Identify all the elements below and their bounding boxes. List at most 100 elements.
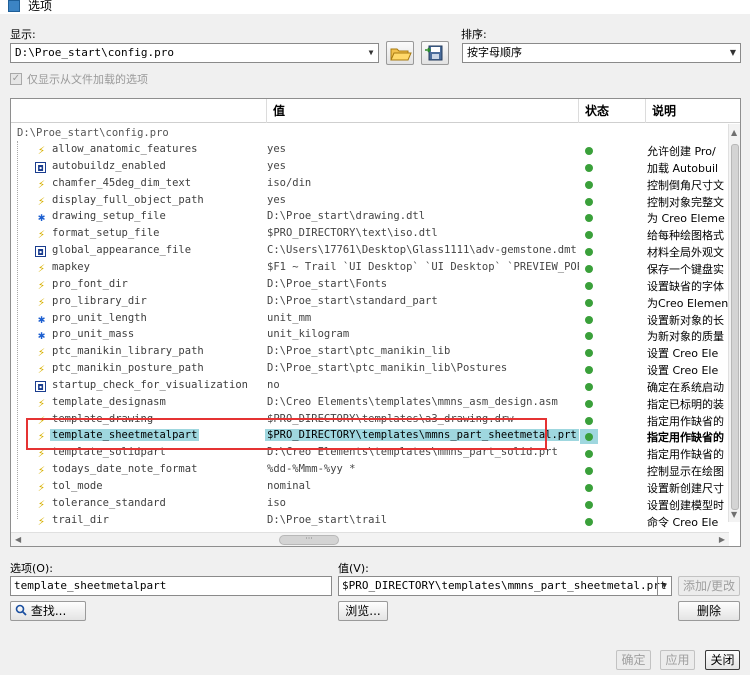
option-name: pro_unit_mass: [52, 328, 135, 341]
horizontal-scroll-thumb[interactable]: ···: [279, 535, 339, 545]
option-value: D:\Proe_start\trail: [267, 513, 388, 526]
table-row[interactable]: ⚡ template_designasm D:\Creo Elements\temp…: [11, 395, 729, 412]
vertical-scroll-thumb[interactable]: [731, 144, 739, 510]
bolt-icon: ⚡: [37, 480, 46, 494]
bolt-icon: ⚡: [37, 227, 46, 242]
table-row[interactable]: ⚡ ptc_manikin_library_path D:\Proe_start\p…: [11, 344, 729, 361]
option-value: %dd-%Mmm-%yy *: [267, 463, 356, 476]
option-name: pro_unit_length: [52, 311, 147, 324]
table-row[interactable]: ✱ pro_unit_mass unit_kilogram 为新对象的质量: [11, 327, 729, 344]
table-row[interactable]: ⚡ allow_anatomic_features yes 允许创建 Pro/: [11, 142, 729, 159]
table-row[interactable]: ⚡ mapkey $F1 ~ Trail `UI Desktop` `UI Desk…: [11, 260, 729, 277]
option-value: no: [267, 378, 280, 391]
table-row[interactable]: ⚡ pro_library_dir D:\Proe_start\standard_p…: [11, 294, 729, 311]
status-dot: [585, 248, 593, 257]
options-table: 值 状态 说明 D:\Proe_start\config.pro ⚡ allow_…: [10, 98, 741, 547]
option-desc: 材料全局外观文: [647, 246, 724, 260]
bolt-icon: ⚡: [37, 294, 46, 309]
option-name: pro_font_dir: [52, 277, 128, 290]
status-dot: [585, 332, 593, 341]
option-name: ptc_manikin_posture_path: [52, 362, 204, 375]
status-dot: [585, 484, 593, 492]
bolt-icon: ⚡: [37, 463, 46, 478]
option-desc: 设置缺省的字体: [647, 279, 724, 293]
only-loaded-checkbox[interactable]: ✓: [10, 73, 22, 85]
table-row[interactable]: ◘ autobuildz_enabled yes 加载 Autobuil: [11, 159, 729, 176]
horizontal-scrollbar[interactable]: ◀ ··· ▶: [11, 532, 729, 546]
table-row[interactable]: ⚡ format_setup_file $PRO_DIRECTORY\text\is…: [11, 226, 729, 243]
scroll-down-icon[interactable]: ▼: [731, 510, 737, 519]
value-input-text: $PRO_DIRECTORY\templates\mmns_part_sheet…: [342, 579, 667, 592]
bolt-icon: ⚡: [37, 395, 46, 410]
open-folder-button[interactable]: [386, 41, 414, 65]
header-desc[interactable]: 说明: [645, 99, 740, 123]
table-row[interactable]: ✱ drawing_setup_file D:\Proe_start\drawing…: [11, 209, 729, 226]
option-desc: 控制显示在绘图: [647, 465, 724, 479]
chevron-down-icon[interactable]: ▼: [364, 44, 378, 62]
table-row[interactable]: ⚡ ptc_manikin_posture_path D:\Proe_start\p…: [11, 361, 729, 378]
option-desc: 指定已标明的装: [647, 397, 724, 411]
option-name: template_designasm: [52, 395, 166, 408]
header-status[interactable]: 状态: [578, 99, 645, 123]
display-label: 显示:: [10, 28, 36, 41]
star-icon: ✱: [37, 311, 46, 326]
table-row[interactable]: ⚡ todays_date_note_format %dd-%Mmm-%yy * 控制…: [11, 462, 729, 479]
option-value: yes: [267, 143, 286, 155]
option-desc: 控制倒角尺寸文: [647, 178, 724, 192]
scroll-up-icon[interactable]: ▲: [731, 128, 737, 137]
header-name[interactable]: [11, 99, 266, 123]
sort-label: 排序:: [461, 28, 487, 41]
close-button[interactable]: 关闭: [705, 650, 740, 670]
delete-button[interactable]: 删除: [678, 601, 740, 621]
ok-button[interactable]: 确定: [616, 650, 651, 670]
grid-icon: ◘: [35, 161, 46, 173]
table-row[interactable]: ⚡ tol_mode nominal 设置新创建尺寸: [11, 479, 729, 496]
option-value: nominal: [267, 480, 312, 492]
vertical-scrollbar[interactable]: ▲ ▼: [728, 124, 740, 522]
table-row[interactable]: ⚡ pro_font_dir D:\Proe_start\Fonts 设置缺省的字体: [11, 277, 729, 294]
find-button[interactable]: 查找...: [10, 601, 86, 621]
option-input[interactable]: template_sheetmetalpart: [10, 576, 332, 596]
save-button[interactable]: [421, 41, 449, 65]
bolt-icon: ⚡: [37, 193, 46, 208]
bolt-icon: ⚡: [37, 277, 46, 292]
scroll-right-icon[interactable]: ▶: [719, 535, 725, 544]
table-row[interactable]: ⚡ chamfer_45deg_dim_text iso/din 控制倒角尺寸文: [11, 176, 729, 193]
window-icon: [8, 0, 20, 12]
table-row[interactable]: ⚡ display_full_object_path yes 控制对象完整文: [11, 193, 729, 210]
window-title: 选项: [28, 0, 53, 13]
sort-combobox[interactable]: 按字母顺序 ▼: [462, 43, 741, 63]
option-value: D:\Proe_start\drawing.dtl: [267, 210, 426, 223]
display-combobox[interactable]: D:\Proe_start\config.pro ▼: [10, 43, 379, 63]
star-icon: ✱: [37, 328, 46, 343]
chevron-down-icon[interactable]: ▼: [657, 577, 671, 595]
grid-icon: ◘: [35, 246, 46, 258]
value-combobox[interactable]: $PRO_DIRECTORY\templates\mmns_part_sheet…: [338, 576, 672, 596]
table-row[interactable]: ⚡ tolerance_standard iso 设置创建模型时: [11, 496, 729, 513]
status-dot: [585, 147, 593, 155]
header-value[interactable]: 值: [266, 99, 578, 123]
sort-value: 按字母顺序: [467, 46, 522, 59]
grid-icon: ◘: [35, 380, 46, 392]
table-row[interactable]: ✱ pro_unit_length unit_mm 设置新对象的长: [11, 311, 729, 328]
tree-root[interactable]: D:\Proe_start\config.pro: [17, 127, 169, 139]
option-value: D:\Proe_start\standard_part: [267, 294, 438, 307]
only-loaded-label: 仅显示从文件加载的选项: [27, 73, 148, 86]
table-row[interactable]: ⚡ trail_dir D:\Proe_start\trail 命令 Creo Ele: [11, 513, 729, 530]
bolt-icon: ⚡: [37, 345, 46, 360]
table-row[interactable]: ◘ global_appearance_file C:\Users\17761\De…: [11, 243, 729, 260]
value-label: 值(V):: [338, 562, 369, 575]
apply-button[interactable]: 应用: [660, 650, 695, 670]
add-change-button[interactable]: 添加/更改: [678, 576, 740, 596]
table-row[interactable]: ◘ startup_check_for_visualization no 确定在系统启…: [11, 378, 729, 395]
option-value: D:\Proe_start\Fonts: [267, 277, 388, 290]
chevron-down-icon[interactable]: ▼: [726, 44, 740, 62]
option-desc: 为 Creo Eleme: [647, 212, 725, 226]
option-desc: 给每种绘图格式: [647, 229, 724, 243]
scroll-left-icon[interactable]: ◀: [15, 535, 21, 544]
status-dot: [585, 382, 593, 391]
option-name: pro_library_dir: [52, 294, 147, 307]
browse-button[interactable]: 浏览...: [338, 601, 388, 621]
bolt-icon: ⚡: [37, 260, 46, 275]
status-dot: [585, 298, 593, 307]
